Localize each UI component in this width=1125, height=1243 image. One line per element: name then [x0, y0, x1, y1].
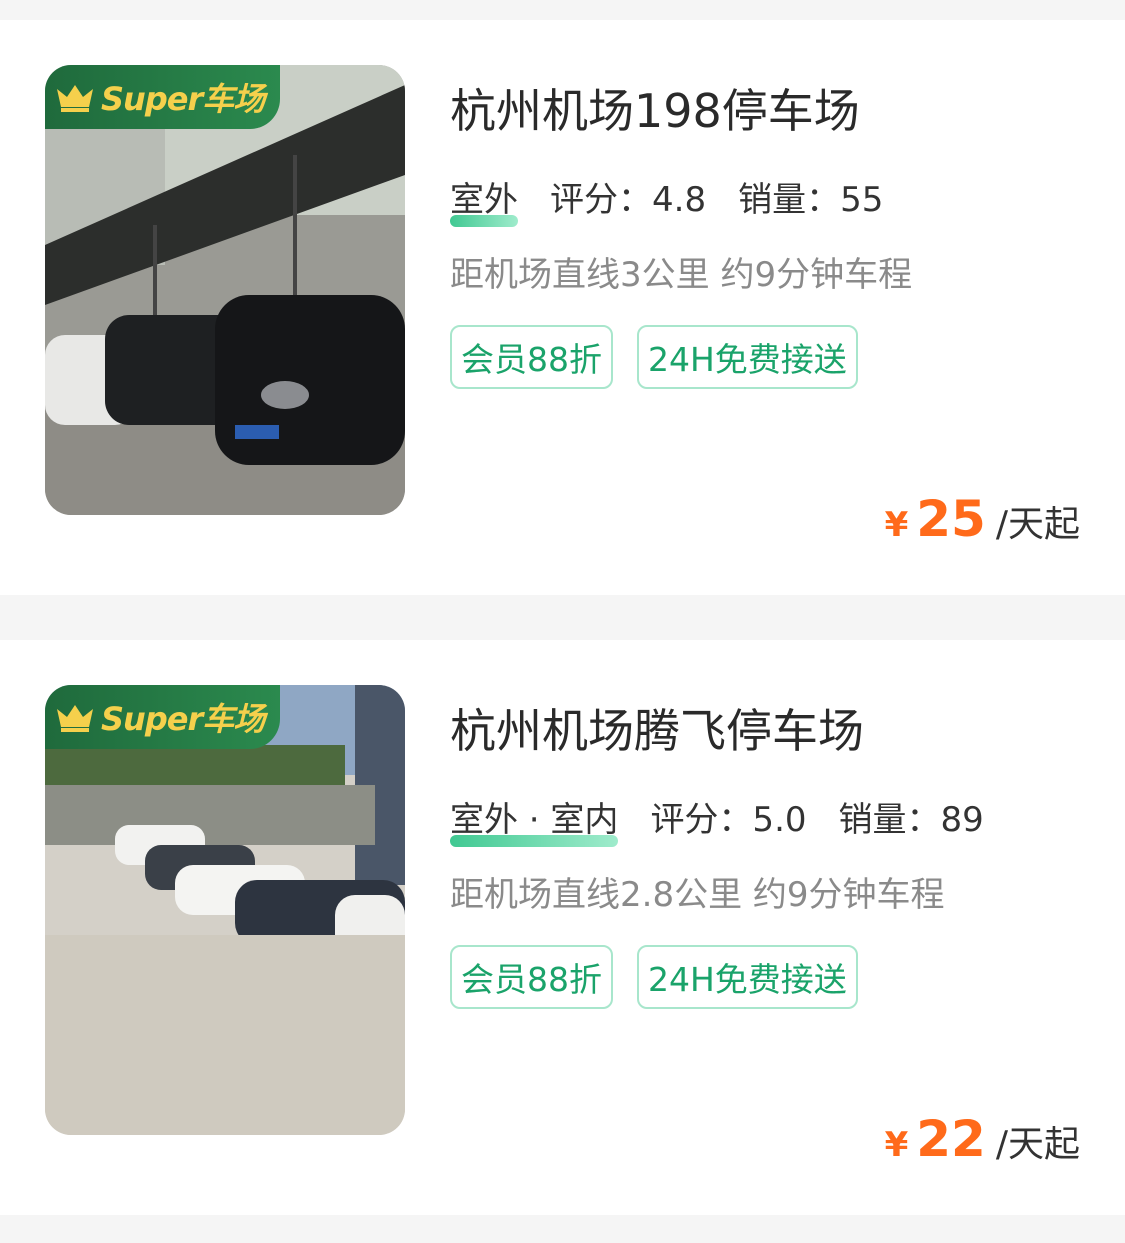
badge-label: Super车场 [101, 80, 265, 118]
parking-title: 杭州机场198停车场 [450, 84, 860, 138]
price-amount: 22 [916, 1110, 986, 1168]
rating: 评分：4.8 [550, 180, 707, 220]
parking-photo: Super车场 [45, 685, 405, 1135]
super-badge: Super车场 [45, 685, 280, 749]
price: ¥ 25 /天起 [885, 490, 1080, 548]
price-amount: 25 [916, 490, 986, 548]
tag-shuttle: 24H免费接送 [637, 325, 858, 389]
parking-type-label: 室外 [450, 180, 518, 220]
rating: 评分：5.0 [650, 800, 807, 840]
sales-count: 销量：89 [838, 800, 984, 840]
distance-info: 距机场直线3公里 约9分钟车程 [450, 255, 913, 295]
tag-list: 会员88折 24H免费接送 [450, 945, 858, 1009]
tag-member-discount: 会员88折 [450, 945, 613, 1009]
currency-symbol: ¥ [884, 505, 909, 545]
tag-list: 会员88折 24H免费接送 [450, 325, 858, 389]
tag-member-discount: 会员88折 [450, 325, 613, 389]
parking-meta: 室外 · 室内 评分：5.0 销量：89 [450, 792, 1016, 847]
crown-icon [57, 85, 93, 112]
parking-type-label: 室外 · 室内 [450, 800, 619, 840]
parking-card[interactable]: Super车场 杭州机场腾飞停车场 室外 · 室内 评分：5.0 销量：89 距… [0, 640, 1125, 1215]
currency-symbol: ¥ [884, 1125, 909, 1165]
sales-count: 销量：55 [738, 180, 884, 220]
parking-list: Super车场 杭州机场198停车场 室外 评分：4.8 销量：55 距机场直线… [0, 0, 1125, 1243]
tag-shuttle: 24H免费接送 [637, 945, 858, 1009]
super-badge: Super车场 [45, 65, 280, 129]
parking-photo: Super车场 [45, 65, 405, 515]
price-unit: /天起 [995, 1124, 1080, 1165]
crown-icon [57, 705, 93, 732]
distance-info: 距机场直线2.8公里 约9分钟车程 [450, 875, 945, 915]
parking-card[interactable]: Super车场 杭州机场198停车场 室外 评分：4.8 销量：55 距机场直线… [0, 20, 1125, 595]
parking-type: 室外 · 室内 [450, 792, 619, 847]
parking-title: 杭州机场腾飞停车场 [450, 704, 864, 758]
parking-type: 室外 [450, 172, 518, 227]
price-unit: /天起 [995, 504, 1080, 545]
price: ¥ 22 /天起 [885, 1110, 1080, 1168]
parking-meta: 室外 评分：4.8 销量：55 [450, 172, 915, 227]
badge-label: Super车场 [101, 700, 265, 738]
